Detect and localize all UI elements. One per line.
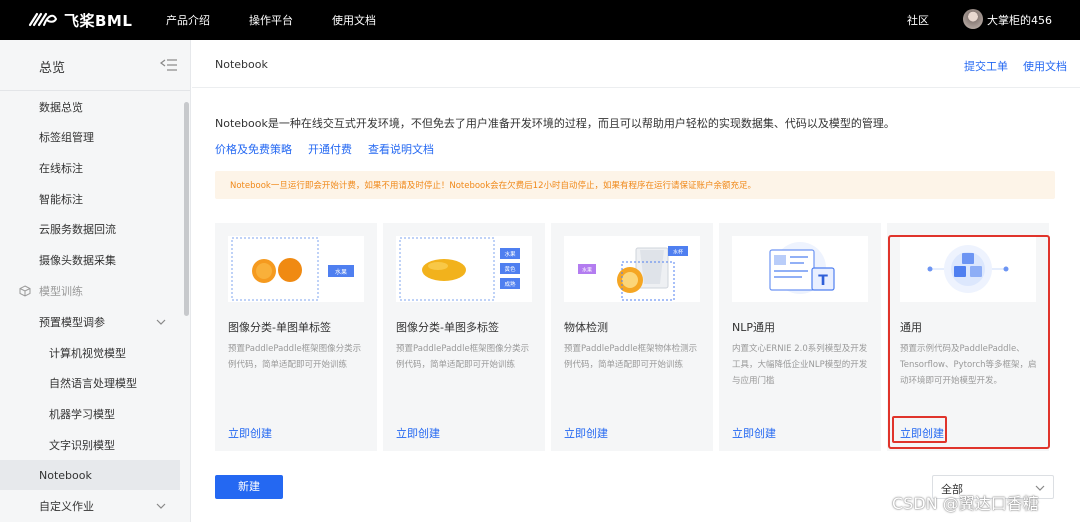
- sidebar-item-label: 自然语言处理模型: [49, 377, 137, 390]
- sidebar-item-label: 云服务数据回流: [39, 223, 116, 236]
- tag-fruit: 水果: [504, 250, 516, 258]
- nav-community[interactable]: 社区: [907, 12, 929, 28]
- docs-link[interactable]: 使用文档: [1023, 58, 1067, 74]
- intro-links: 价格及免费策略 开通付费 查看说明文档: [215, 141, 434, 157]
- breadcrumb: Notebook: [215, 58, 268, 71]
- sidebar-item-label: 文字识别模型: [49, 439, 115, 452]
- annotation-highlight-button: [892, 416, 947, 443]
- sidebar-item-label: 机器学习模型: [49, 408, 115, 421]
- brand-logo[interactable]: 飞桨BML: [28, 8, 132, 32]
- sidebar-item-smart-labeling[interactable]: 智能标注: [0, 184, 180, 214]
- logo-text: 飞桨BML: [64, 11, 133, 30]
- warning-banner: Notebook一旦运行即会开始计费，如果不用请及时停止！Notebook会在欠…: [215, 171, 1055, 199]
- sidebar-item-label: 计算机视觉模型: [49, 347, 126, 360]
- card-title: 物体检测: [564, 321, 608, 334]
- create-now-button[interactable]: 立即创建: [564, 425, 608, 441]
- tag-fruit: 水果: [335, 268, 347, 276]
- activate-billing-link[interactable]: 开通付费: [308, 141, 352, 157]
- sidebar: 总览 数据总览 标签组管理 在线标注 智能标注 云服务数据回流 摄像头数据采集 …: [0, 40, 191, 522]
- user-avatar[interactable]: [963, 9, 983, 29]
- watermark-text: CSDN @翼达口香糖: [892, 494, 1039, 513]
- sidebar-item-camera-capture[interactable]: 摄像头数据采集: [0, 245, 180, 275]
- top-navbar: 飞桨BML 产品介绍 操作平台 使用文档 社区 大掌柜的456: [0, 0, 1080, 40]
- create-now-button[interactable]: 立即创建: [732, 425, 776, 441]
- sidebar-item-label: 在线标注: [39, 162, 83, 175]
- new-notebook-button[interactable]: 新建: [215, 475, 283, 499]
- collapse-menu-icon[interactable]: [160, 59, 178, 71]
- oranges-image: 水果: [231, 237, 354, 301]
- sidebar-item-cloud-data-reflow[interactable]: 云服务数据回流: [0, 214, 180, 244]
- sidebar-scrollbar[interactable]: [184, 102, 189, 316]
- nav-product-intro[interactable]: 产品介绍: [166, 12, 210, 28]
- tag-ripe: 成熟: [504, 280, 516, 288]
- template-card-nlp-general[interactable]: T NLP通用 内置文心ERNIE 2.0系列模型及开发工具，大幅降低企业NLP…: [719, 223, 881, 451]
- card-description: 内置文心ERNIE 2.0系列模型及开发工具，大幅降低企业NLP模型的开发与应用…: [732, 344, 868, 386]
- sidebar-item-label: 预置模型调参: [39, 316, 105, 329]
- sidebar-title: 总览: [39, 61, 66, 76]
- username[interactable]: 大掌柜的456: [987, 12, 1052, 28]
- submit-ticket-link[interactable]: 提交工单: [964, 58, 1008, 74]
- nav-docs[interactable]: 使用文档: [332, 12, 376, 28]
- sidebar-item-custom-job[interactable]: 自定义作业: [0, 491, 180, 521]
- tag-cup: 水杯: [673, 249, 683, 256]
- chevron-down-icon: [156, 503, 166, 509]
- sidebar-item-label: 模型训练: [39, 285, 83, 298]
- intro-text: Notebook是一种在线交互式开发环境，不但免去了用户准备开发环境的过程，而且…: [215, 117, 895, 130]
- create-now-button[interactable]: 立即创建: [396, 425, 440, 441]
- breadcrumb-bar: Notebook 提交工单 使用文档: [192, 40, 1080, 88]
- nlp-document-icon: T: [769, 242, 835, 294]
- template-card-image-single-label[interactable]: 水果 图像分类-单图单标签 预置PaddlePaddle框架图像分类示例代码，简…: [215, 223, 377, 451]
- sidebar-item-ocr-model[interactable]: 文字识别模型: [0, 430, 180, 460]
- sidebar-item-label: 智能标注: [39, 193, 83, 206]
- sidebar-item-ml-model[interactable]: 机器学习模型: [0, 399, 180, 429]
- card-thumbnail: 水果 水杯: [564, 236, 700, 302]
- sidebar-item-label: 自定义作业: [39, 500, 94, 513]
- template-card-object-detection[interactable]: 水果 水杯 物体检测 预置PaddlePaddle框架物体检测示例代码，简单适配…: [551, 223, 713, 451]
- sidebar-item-label: 摄像头数据采集: [39, 254, 116, 267]
- mango-image: 水果 黄色 成熟: [399, 237, 520, 301]
- sidebar-item-label-groups[interactable]: 标签组管理: [0, 122, 180, 152]
- nav-platform[interactable]: 操作平台: [249, 12, 293, 28]
- card-description: 预置PaddlePaddle框架物体检测示例代码，简单适配即可开始训练: [564, 344, 698, 370]
- tag-fruit: 水果: [582, 267, 592, 274]
- card-thumbnail: T: [732, 236, 868, 302]
- sidebar-item-cv-model[interactable]: 计算机视觉模型: [0, 338, 180, 368]
- cube-icon: [19, 285, 31, 297]
- sidebar-item-nlp-model[interactable]: 自然语言处理模型: [0, 368, 180, 398]
- warning-text: Notebook一旦运行即会开始计费，如果不用请及时停止！Notebook会在欠…: [230, 181, 757, 191]
- top-nav: 产品介绍 操作平台 使用文档: [166, 0, 415, 40]
- sidebar-item-online-labeling[interactable]: 在线标注: [0, 153, 180, 183]
- paddle-logo-icon: [28, 12, 58, 27]
- card-title: 图像分类-单图多标签: [396, 321, 499, 334]
- template-card-image-multi-label[interactable]: 水果 黄色 成熟 图像分类-单图多标签 预置PaddlePaddle框架图像分类…: [383, 223, 545, 451]
- sidebar-group-model-training: 模型训练: [0, 276, 180, 306]
- card-thumbnail: 水果: [228, 236, 364, 302]
- sidebar-item-label: 标签组管理: [39, 131, 94, 144]
- card-description: 预置PaddlePaddle框架图像分类示例代码，简单适配即可开始训练: [396, 344, 530, 370]
- tag-yellow: 黄色: [504, 265, 516, 273]
- main-content: Notebook是一种在线交互式开发环境，不但免去了用户准备开发环境的过程，而且…: [192, 89, 1080, 522]
- sidebar-item-preset-model-tuning[interactable]: 预置模型调参: [0, 307, 180, 337]
- card-thumbnail: 水果 黄色 成熟: [396, 236, 532, 302]
- view-docs-link[interactable]: 查看说明文档: [368, 141, 434, 157]
- pricing-link[interactable]: 价格及免费策略: [215, 141, 292, 157]
- sidebar-item-label: Notebook: [39, 468, 92, 482]
- card-description: 预置PaddlePaddle框架图像分类示例代码，简单适配即可开始训练: [228, 344, 362, 370]
- card-title: NLP通用: [732, 321, 775, 334]
- create-now-button[interactable]: 立即创建: [228, 425, 272, 441]
- detection-image: 水果 水杯: [578, 246, 688, 301]
- svg-text:T: T: [818, 273, 828, 289]
- sidebar-item-notebook[interactable]: Notebook: [0, 460, 180, 490]
- chevron-down-icon: [156, 319, 166, 325]
- sidebar-item-data-overview[interactable]: 数据总览: [0, 92, 180, 122]
- sidebar-item-label: 数据总览: [39, 101, 83, 114]
- card-title: 图像分类-单图单标签: [228, 321, 331, 334]
- sidebar-divider: [0, 90, 190, 91]
